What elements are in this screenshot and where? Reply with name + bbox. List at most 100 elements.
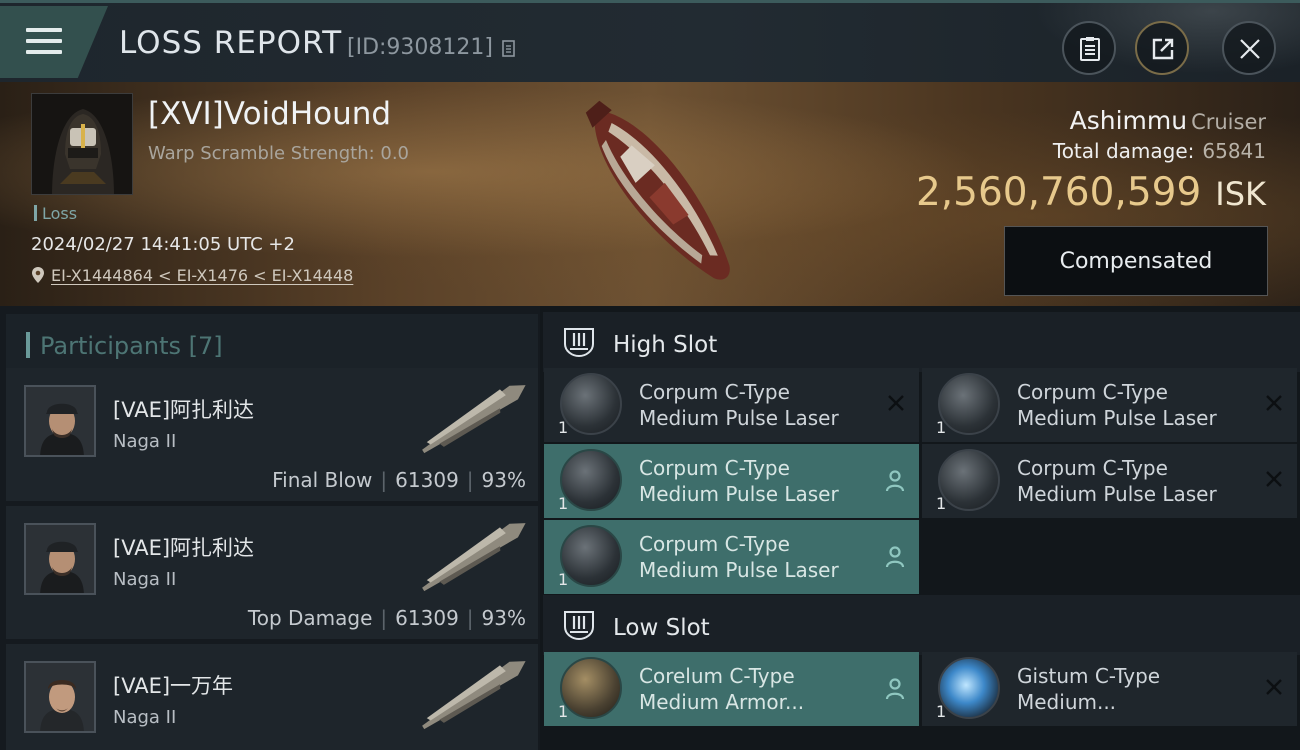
stats-separator: | — [466, 606, 474, 630]
copy-icon[interactable] — [501, 39, 517, 59]
module-name-line1: Gistum C-Type — [1017, 664, 1161, 688]
dropped-person-icon — [885, 470, 905, 492]
destroyed-x-icon — [1266, 679, 1282, 695]
module-name-line1: Corpum C-Type — [1017, 456, 1168, 480]
module-name-line1: Corpum C-Type — [1017, 380, 1168, 404]
stats-separator: | — [380, 468, 388, 492]
compensated-button[interactable]: Compensated — [1004, 226, 1268, 296]
module-item[interactable]: 1 Corpum C-Type Medium Pulse Laser — [544, 368, 919, 442]
module-item[interactable]: 1 Corpum C-Type Medium Pulse Laser — [922, 444, 1297, 518]
participant-ship: Naga II — [113, 707, 177, 728]
high-slot-title: High Slot — [613, 332, 718, 358]
high-slot-header: High Slot — [543, 312, 1300, 372]
pulse-laser-icon — [938, 449, 1000, 511]
participant-avatar[interactable] — [24, 523, 96, 595]
total-damage: Total damage: 65841 — [1053, 139, 1266, 163]
clipboard-icon — [1080, 37, 1100, 61]
total-damage-label: Total damage: — [1052, 139, 1195, 163]
close-icon — [1240, 39, 1260, 59]
pilot-portrait-icon — [26, 525, 94, 593]
module-quantity: 1 — [936, 418, 947, 437]
module-quantity: 1 — [558, 418, 569, 437]
share-button[interactable] — [1135, 21, 1189, 75]
participant-role: Top Damage — [247, 606, 373, 630]
participant-damage: 61309 — [395, 606, 459, 630]
location-pin-icon — [32, 267, 44, 283]
loss-tag-label: Loss — [42, 204, 78, 223]
victim-banner: [XVI]VoidHound Warp Scramble Strength: 0… — [0, 82, 1300, 306]
victim-name[interactable]: [XVI]VoidHound — [148, 96, 391, 132]
pilot-portrait-icon — [26, 387, 94, 455]
menu-button[interactable] — [0, 6, 108, 78]
participant-avatar[interactable] — [24, 385, 96, 457]
loss-tag-bar — [34, 205, 37, 221]
loss-datetime: 2024/02/27 14:41:05 UTC +2 — [31, 234, 295, 255]
close-button[interactable] — [1222, 21, 1276, 75]
participant-stats: Final Blow | 61309 | 93% — [272, 468, 526, 492]
destroyed-x-icon — [888, 395, 904, 411]
participant-role: Final Blow — [272, 468, 373, 492]
participant-ship-image — [422, 523, 526, 592]
header-bar: LOSS REPORT [ID:9308121] — [0, 0, 1300, 85]
dropped-person-icon — [885, 678, 905, 700]
participant-stats: Top Damage | 61309 | 93% — [248, 606, 526, 630]
total-damage-value: 65841 — [1202, 139, 1266, 163]
ship-name-text: Ashimmu — [1069, 106, 1188, 135]
shield-module-icon — [938, 657, 1000, 719]
participants-count: [7] — [188, 332, 223, 360]
menu-icon — [26, 28, 62, 61]
module-item[interactable]: 1 Corelum C-Type Medium Armor... — [544, 652, 919, 726]
module-name-line2: Medium... — [1017, 690, 1117, 714]
module-name-line2: Medium Pulse Laser — [639, 558, 839, 582]
module-item[interactable]: 1 Corpum C-Type Medium Pulse Laser — [922, 368, 1297, 442]
module-name-line2: Medium Armor... — [639, 690, 805, 714]
report-id: [ID:9308121] — [347, 35, 493, 60]
participants-panel: Participants [7] [VAE]阿扎利达 Naga II Final… — [0, 306, 540, 750]
module-name-line1: Corpum C-Type — [639, 532, 790, 556]
pulse-laser-icon — [560, 373, 622, 435]
location-path[interactable]: EI-X1444864 < EI-X1476 < EI-X14448 — [51, 266, 353, 285]
module-name-line2: Medium Pulse Laser — [1017, 406, 1217, 430]
warp-scramble-strength: Warp Scramble Strength: 0.0 — [148, 143, 410, 164]
participant-name: [VAE]阿扎利达 — [113, 536, 255, 560]
participant-card[interactable]: [VAE]一万年 Naga II — [6, 644, 538, 750]
destroyed-x-icon — [1266, 395, 1282, 411]
isk-unit: ISK — [1215, 175, 1266, 213]
participants-header-bar — [26, 332, 30, 358]
pulse-laser-icon — [938, 373, 1000, 435]
participant-percent: 93% — [481, 606, 526, 630]
module-name-line1: Corpum C-Type — [639, 380, 790, 404]
module-name-line1: Corelum C-Type — [639, 664, 795, 688]
module-quantity: 1 — [936, 494, 947, 513]
module-name-line2: Medium Pulse Laser — [639, 482, 839, 506]
isk-amount: 2,560,760,599 — [915, 170, 1202, 215]
participant-card[interactable]: [VAE]阿扎利达 Naga II Final Blow | 61309 | 93% — [6, 368, 538, 501]
participant-card[interactable]: [VAE]阿扎利达 Naga II Top Damage | 61309 | 93% — [6, 506, 538, 639]
loss-location[interactable]: EI-X1444864 < EI-X1476 < EI-X14448 — [31, 266, 353, 285]
module-name-line1: Corpum C-Type — [639, 456, 790, 480]
participant-name: [VAE]阿扎利达 — [113, 398, 255, 422]
low-slot-header: Low Slot — [543, 595, 1300, 655]
high-slot-icon — [564, 328, 594, 358]
module-quantity: 1 — [936, 702, 947, 721]
isk-value: 2,560,760,599 ISK — [916, 170, 1266, 215]
low-slot-icon — [564, 611, 594, 641]
low-slot-title: Low Slot — [613, 615, 710, 641]
clipboard-button[interactable] — [1062, 21, 1116, 75]
pulse-laser-icon — [560, 525, 622, 587]
share-icon — [1152, 38, 1174, 60]
module-quantity: 1 — [558, 570, 569, 589]
victim-avatar[interactable] — [31, 93, 133, 195]
ship-class: Cruiser — [1191, 110, 1266, 134]
victim-ship-name[interactable]: Ashimmu Cruiser — [1070, 106, 1266, 135]
module-item[interactable]: 1 Corpum C-Type Medium Pulse Laser — [544, 520, 919, 594]
module-quantity: 1 — [558, 494, 569, 513]
module-item[interactable]: 1 Corpum C-Type Medium Pulse Laser — [544, 444, 919, 518]
helmet-portrait-icon — [32, 94, 132, 194]
module-item[interactable]: 1 Gistum C-Type Medium... — [922, 652, 1297, 726]
participants-header: Participants [7] — [6, 314, 538, 372]
loss-tag: Loss — [34, 204, 77, 223]
stats-separator: | — [466, 468, 474, 492]
participant-avatar[interactable] — [24, 661, 96, 733]
dropped-person-icon — [885, 546, 905, 568]
